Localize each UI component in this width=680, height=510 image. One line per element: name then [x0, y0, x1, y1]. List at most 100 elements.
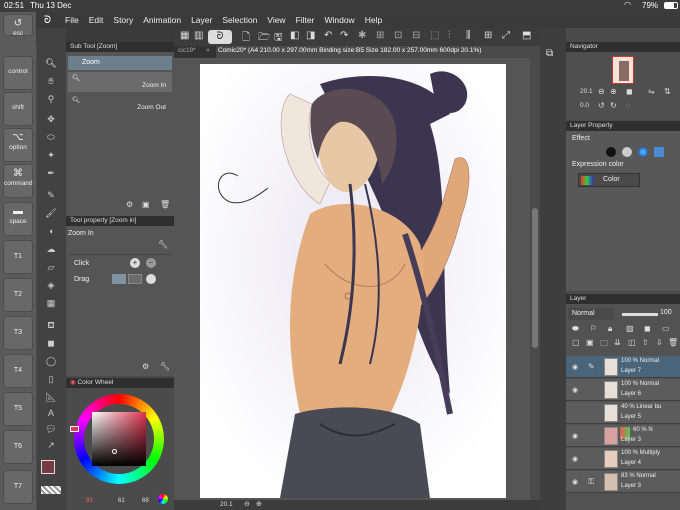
menu-window[interactable]: Window	[324, 15, 354, 25]
reference-layer-icon[interactable]: ⚐	[590, 324, 597, 333]
t5-key[interactable]: T5	[3, 392, 33, 426]
pencil-tool-icon[interactable]: ✎	[43, 188, 59, 202]
blend-tool-icon[interactable]: ☁︎	[43, 242, 59, 256]
expression-color-select[interactable]: Color	[578, 173, 640, 187]
border-effect-icon[interactable]	[606, 147, 616, 157]
click-zoom-in-radio[interactable]: +	[130, 258, 140, 268]
invert-selection-icon[interactable]: ⊟	[412, 30, 420, 41]
navigator-zoom-out-icon[interactable]: ⊖	[598, 87, 605, 96]
color-mode-icon[interactable]	[158, 494, 168, 504]
menu-story[interactable]: Story	[113, 15, 133, 25]
pen-tool-icon[interactable]: ✒︎	[43, 166, 59, 180]
menu-animation[interactable]: Animation	[143, 15, 181, 25]
canvas-vertical-scrollbar[interactable]	[530, 58, 540, 500]
paint-bucket-tool-icon[interactable]: ⛾	[43, 318, 59, 332]
balloon-tool-icon[interactable]: 💬︎	[43, 422, 59, 436]
t2-key[interactable]: T2	[3, 278, 33, 312]
tool-property-more-icon[interactable]: 🔧︎	[160, 362, 170, 371]
selection-tool-icon[interactable]: ⬭	[43, 130, 59, 144]
sub-tool-settings-icon[interactable]: ⚙︎	[126, 200, 133, 209]
opacity-slider[interactable]	[622, 313, 658, 316]
color-picker-cursor[interactable]	[112, 449, 117, 454]
tool-settings-gear-icon[interactable]: ⚙︎	[142, 362, 149, 371]
layer-row-layer-3-colored[interactable]: ◉ 60 % N Layer 3	[566, 425, 680, 447]
ruler-link-icon[interactable]: ▭	[662, 324, 670, 333]
selection-range-icon[interactable]: ⬚	[430, 30, 439, 41]
visibility-eye-icon[interactable]: ◉	[572, 363, 578, 371]
text-tool-icon[interactable]: A	[43, 406, 59, 420]
navigator-zoom-value[interactable]: 20.1	[580, 88, 593, 95]
deselect-icon[interactable]: ⊡	[394, 30, 402, 41]
canvas-zoom-value[interactable]: 20.1	[220, 501, 233, 508]
layer-row-layer-3[interactable]: ◉ ⚿ 83 % Normal Layer 3	[566, 471, 680, 493]
sub-tool-group-zoom[interactable]: Zoom	[68, 56, 172, 70]
undo-icon[interactable]: ↶	[324, 30, 332, 41]
layer-row-layer-6[interactable]: ◉ 100 % Normal Layer 6	[566, 379, 680, 401]
snap-ruler-icon[interactable]: ⫶	[448, 30, 451, 41]
layer-row-layer-4[interactable]: ◉ 100 % Multiply Layer 4	[566, 448, 680, 470]
transparent-color-icon[interactable]	[41, 486, 61, 494]
gradient-tool-icon[interactable]: ▦	[43, 296, 59, 310]
extract-line-icon[interactable]	[622, 147, 632, 157]
redo-icon[interactable]: ↷	[340, 30, 348, 41]
rotate-left-icon[interactable]: ↺	[598, 101, 605, 110]
t4-key[interactable]: T4	[3, 354, 33, 388]
navigator-zoom-in-icon[interactable]: ⊕	[610, 87, 617, 96]
new-folder-icon[interactable]: 🗀︎	[600, 338, 608, 352]
navigator-angle-value[interactable]: 0.0	[580, 102, 589, 109]
option-key[interactable]: ⌥ option	[3, 128, 33, 162]
reset-rotation-icon[interactable]: ◌	[626, 101, 631, 110]
layer-search-icon[interactable]: ⧉	[546, 48, 553, 59]
tab-previous-document[interactable]: cic19*	[178, 47, 196, 54]
t3-key[interactable]: T3	[3, 316, 33, 350]
sub-tool-item-zoom-in[interactable]: 🔍︎ Zoom In	[68, 72, 172, 92]
main-color-swatch[interactable]	[41, 460, 55, 474]
scroll-thumb[interactable]	[532, 208, 538, 348]
companion-icon[interactable]: ▥	[194, 30, 203, 41]
grid-menu-icon[interactable]: ▦	[180, 30, 189, 41]
gradient-fill-icon[interactable]: ◼︎	[43, 336, 59, 350]
zoom-out-icon[interactable]: ⊖	[244, 500, 250, 508]
tab-current-document[interactable]: Comic20* (A4 210.00 x 297.00mm Binding s…	[216, 46, 554, 58]
menu-edit[interactable]: Edit	[89, 15, 104, 25]
layer-mask-add-icon[interactable]: ◫	[628, 338, 636, 347]
lock-icon[interactable]: 🔒︎	[608, 324, 612, 334]
airbrush-tool-icon[interactable]: ◖	[43, 224, 59, 238]
command-key[interactable]: ⌘ command	[3, 164, 33, 198]
tone-effect-icon[interactable]	[638, 147, 648, 157]
move-up-icon[interactable]: ⇧	[642, 338, 649, 347]
hand-tool-icon[interactable]: ✋︎	[43, 74, 59, 88]
layer-color-icon[interactable]	[654, 147, 664, 157]
fill-black-icon[interactable]: ◨	[306, 30, 315, 41]
t6-key[interactable]: T6	[3, 430, 33, 464]
magic-wand-tool-icon[interactable]: ✦	[43, 148, 59, 162]
visibility-eye-icon[interactable]: ◉	[572, 386, 578, 394]
open-file-icon[interactable]: 🗁︎	[258, 30, 270, 47]
move-down-icon[interactable]: ⇩	[656, 338, 663, 347]
visibility-eye-icon[interactable]: ◉	[572, 432, 578, 440]
ruler-tool-icon[interactable]: 📐︎	[43, 390, 59, 404]
save-file-icon[interactable]: 🖫︎	[274, 30, 283, 47]
new-raster-layer-icon[interactable]: ▢	[572, 338, 580, 347]
menu-selection[interactable]: Selection	[222, 15, 257, 25]
delete-layer-icon[interactable]: 🗑︎	[668, 338, 678, 347]
merge-down-icon[interactable]: ⇊	[614, 338, 621, 347]
snap-grid-icon[interactable]: ⊞	[484, 30, 492, 41]
menu-layer[interactable]: Layer	[191, 15, 212, 25]
mask-icon[interactable]: ◼︎	[644, 324, 651, 333]
flip-vertical-icon[interactable]: ⇅	[664, 87, 671, 96]
document-tab-close-icon[interactable]: ×	[206, 47, 210, 54]
click-zoom-out-radio[interactable]: −	[146, 258, 156, 268]
space-key[interactable]: ▬ space	[3, 202, 33, 236]
frame-tool-icon[interactable]: ▯	[43, 372, 59, 386]
zoom-in-icon[interactable]: ⊕	[256, 500, 262, 508]
drag-mode-option-3[interactable]	[146, 274, 156, 284]
transform-icon[interactable]: ⊞	[376, 30, 384, 41]
esc-key[interactable]: ↺ esc	[3, 14, 33, 37]
fill-tool-icon[interactable]: ◈	[43, 278, 59, 292]
t1-key[interactable]: T1	[3, 240, 33, 274]
navigator-preview[interactable]	[612, 56, 634, 84]
shape-ellipse-icon[interactable]: ◯	[43, 354, 59, 368]
saturation-value-square[interactable]	[92, 412, 146, 466]
canvas-artwork[interactable]	[200, 64, 506, 498]
